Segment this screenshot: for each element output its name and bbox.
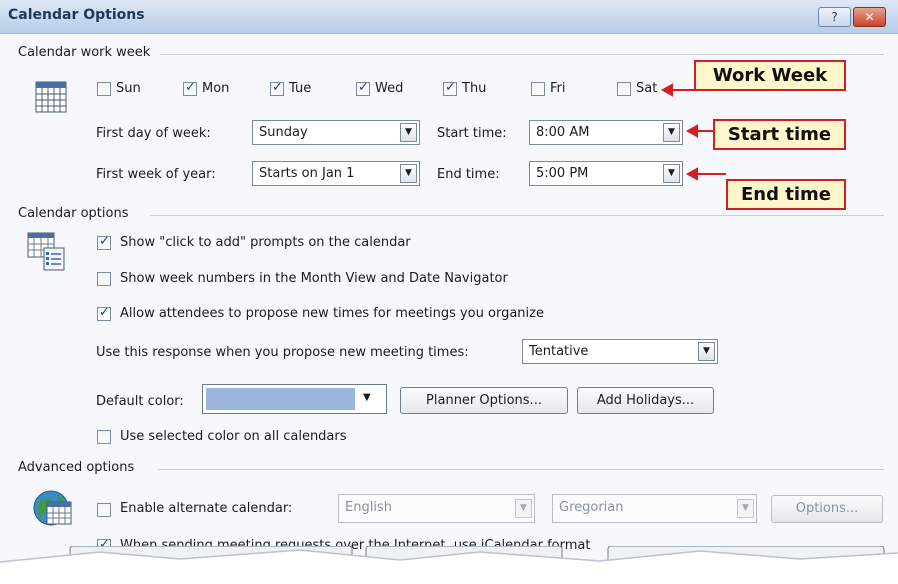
planner-options-button[interactable]: Planner Options... bbox=[400, 387, 568, 414]
alternate-options-button[interactable]: Options... bbox=[771, 495, 883, 523]
section-divider bbox=[150, 215, 884, 216]
color-swatch bbox=[206, 388, 355, 410]
section-advanced-options: Advanced options bbox=[18, 460, 135, 475]
response-value: Tentative bbox=[529, 344, 589, 359]
dialog-body: Calendar work week SunMonTueWedThuFriSat… bbox=[0, 34, 898, 584]
alternate-calendar-value: Gregorian bbox=[559, 500, 624, 515]
calendar-options-icon bbox=[27, 232, 65, 271]
window-title: Calendar Options bbox=[8, 7, 145, 23]
callout-arrows bbox=[660, 83, 726, 181]
torn-edge-decoration bbox=[0, 546, 898, 584]
response-select[interactable]: Tentative ▼ bbox=[522, 339, 718, 364]
calendar-options-dialog: Calendar Options ? ✕ Calendar work week … bbox=[0, 0, 898, 584]
enable-alternate-checkbox[interactable] bbox=[97, 503, 111, 517]
globe-calendar-icon bbox=[33, 490, 72, 526]
use-selected-color-label: Use selected color on all calendars bbox=[120, 429, 347, 444]
default-color-label: Default color: bbox=[96, 394, 184, 409]
alternate-language-value: English bbox=[345, 500, 392, 515]
close-icon[interactable]: ✕ bbox=[853, 7, 886, 27]
use-selected-color-checkbox[interactable] bbox=[97, 430, 111, 444]
help-icon[interactable]: ? bbox=[818, 7, 851, 27]
title-bar: Calendar Options ? ✕ bbox=[0, 0, 898, 34]
section-calendar-options: Calendar options bbox=[18, 206, 129, 221]
enable-alternate-label: Enable alternate calendar: bbox=[120, 501, 293, 516]
chevron-down-icon[interactable]: ▼ bbox=[515, 499, 532, 518]
show-click-to-add-checkbox[interactable] bbox=[97, 234, 111, 250]
alternate-language-select[interactable]: English ▼ bbox=[338, 494, 535, 523]
show-click-to-add-label: Show "click to add" prompts on the calen… bbox=[120, 235, 411, 250]
chevron-down-icon[interactable]: ▼ bbox=[737, 499, 754, 518]
chevron-down-icon[interactable]: ▼ bbox=[363, 392, 371, 403]
response-label: Use this response when you propose new m… bbox=[96, 345, 469, 360]
allow-propose-label: Allow attendees to propose new times for… bbox=[120, 306, 544, 321]
show-week-numbers-checkbox[interactable] bbox=[97, 272, 111, 286]
chevron-down-icon[interactable]: ▼ bbox=[698, 342, 715, 361]
add-holidays-button[interactable]: Add Holidays... bbox=[577, 387, 714, 414]
allow-propose-checkbox[interactable] bbox=[97, 305, 111, 321]
alternate-calendar-select[interactable]: Gregorian ▼ bbox=[552, 494, 757, 523]
section-divider bbox=[158, 469, 884, 470]
show-week-numbers-label: Show week numbers in the Month View and … bbox=[120, 271, 508, 286]
default-color-select[interactable]: ▼ bbox=[202, 384, 387, 414]
